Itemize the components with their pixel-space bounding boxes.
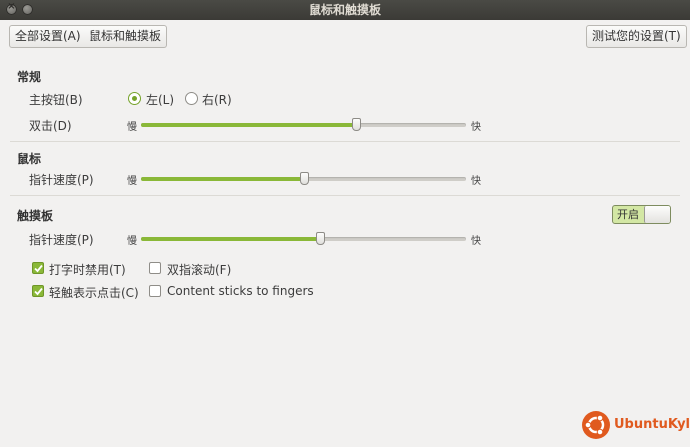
content-sticks-label[interactable]: Content sticks to fingers — [167, 284, 314, 298]
section-mouse-heading: 鼠标 — [17, 152, 42, 166]
window-titlebar: 鼠标和触摸板 — [0, 0, 690, 20]
mouse-pointer-speed-label: 指针速度(P) — [29, 173, 94, 187]
slider-handle[interactable] — [315, 232, 325, 245]
window-title: 鼠标和触摸板 — [308, 3, 381, 17]
fast-label: 快 — [471, 176, 481, 187]
slow-label: 慢 — [127, 122, 137, 133]
touchpad-pointer-speed-slider[interactable] — [141, 232, 466, 245]
ubuntukylin-logo-text: UbuntuKylin — [614, 417, 690, 432]
two-finger-scroll-checkbox[interactable] — [149, 262, 161, 274]
primary-button-label: 主按钮(B) — [29, 93, 83, 107]
touchpad-pointer-speed-label: 指针速度(P) — [29, 233, 94, 247]
close-window-button[interactable]: × — [6, 1, 17, 15]
slider-handle[interactable] — [299, 172, 309, 185]
radio-left[interactable] — [128, 92, 141, 105]
ubuntu-logo-icon — [581, 410, 611, 443]
slider-fill — [141, 237, 320, 241]
fast-label: 快 — [471, 236, 481, 247]
slider-fill — [141, 177, 304, 181]
slow-label: 慢 — [127, 176, 137, 187]
disable-while-typing-checkbox[interactable] — [32, 262, 44, 274]
close-icon: × — [7, 1, 16, 12]
section-touchpad-heading: 触摸板 — [17, 209, 54, 223]
section-general-heading: 常规 — [17, 70, 42, 84]
slider-handle[interactable] — [351, 118, 361, 131]
fast-label: 快 — [471, 122, 481, 133]
separator — [10, 195, 680, 196]
breadcrumb-mouse-touchpad[interactable]: 鼠标和触摸板 — [84, 25, 168, 48]
two-finger-scroll-label[interactable]: 双指滚动(F) — [167, 261, 231, 278]
radio-left-label[interactable]: 左(L) — [146, 91, 174, 108]
slider-fill — [141, 123, 356, 127]
content-sticks-checkbox[interactable] — [149, 285, 161, 297]
tap-to-click-checkbox[interactable] — [32, 285, 44, 297]
switch-handle[interactable] — [644, 206, 670, 223]
double-click-label: 双击(D) — [29, 119, 72, 133]
test-settings-button[interactable]: 测试您的设置(T) — [586, 25, 687, 48]
checkmark-icon — [34, 287, 43, 296]
mouse-pointer-speed-slider[interactable] — [141, 172, 466, 185]
tap-to-click-label[interactable]: 轻触表示点击(C) — [49, 284, 139, 301]
separator — [10, 141, 680, 142]
disable-while-typing-label[interactable]: 打字时禁用(T) — [49, 261, 126, 278]
minimize-window-button[interactable] — [22, 4, 33, 15]
double-click-slider[interactable] — [141, 118, 466, 131]
radio-right-label[interactable]: 右(R) — [202, 91, 232, 108]
checkmark-icon — [34, 264, 43, 273]
all-settings-button[interactable]: 全部设置(A) — [9, 25, 87, 48]
switch-on-label: 开启 — [617, 208, 639, 221]
slow-label: 慢 — [127, 236, 137, 247]
touchpad-toggle-switch[interactable]: 开启 — [612, 205, 671, 224]
radio-right[interactable] — [185, 92, 198, 105]
